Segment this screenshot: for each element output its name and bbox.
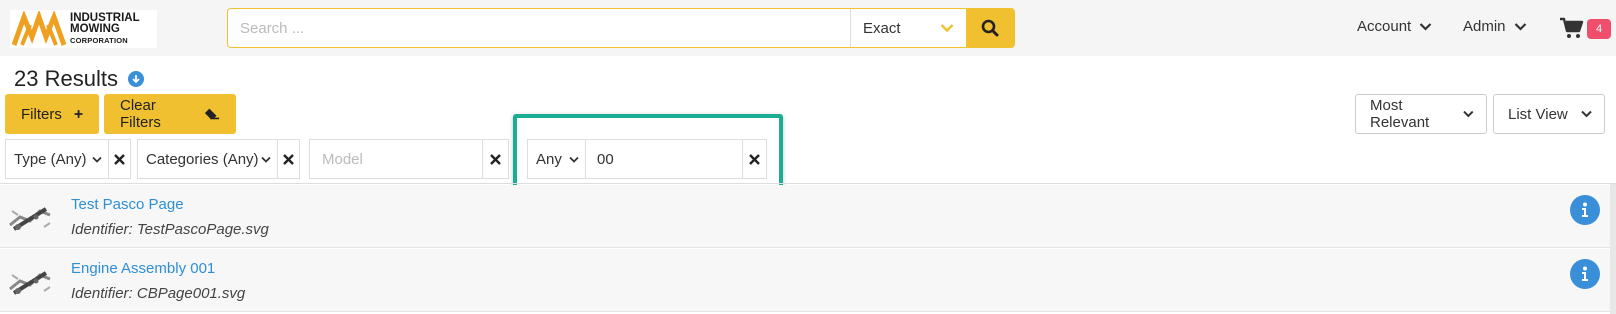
chevron-down-icon [940, 24, 954, 33]
chevron-down-icon [92, 156, 102, 163]
item-identifier: Identifier: TestPascoPage.svg [71, 221, 269, 238]
list-item[interactable]: Test Pasco Page Identifier: TestPascoPag… [0, 185, 1610, 248]
logo-line-3: CORPORATION [70, 35, 128, 45]
item-title-link[interactable]: Test Pasco Page [71, 196, 184, 213]
chevron-down-icon [1419, 23, 1432, 31]
info-icon[interactable] [1570, 259, 1600, 289]
item-thumbnail [9, 271, 51, 295]
cart-icon [1560, 17, 1584, 38]
sort-select[interactable]: Most Relevant [1355, 94, 1487, 134]
chevron-down-icon [1514, 23, 1526, 31]
remove-categories-filter-button[interactable] [277, 140, 299, 178]
view-select[interactable]: List View [1493, 94, 1605, 134]
chevron-down-icon [1581, 110, 1592, 118]
cart-button[interactable]: 4 [1560, 16, 1611, 40]
close-icon [490, 153, 501, 165]
scrollbar[interactable] [1610, 184, 1616, 314]
account-menu[interactable]: Account [1357, 18, 1432, 35]
chevron-down-icon [261, 156, 271, 163]
clear-filters-button[interactable]: Clear Filters [104, 94, 236, 134]
search-bar: Exact [227, 8, 1015, 48]
logo-icon [12, 11, 66, 46]
plus-icon [74, 110, 83, 118]
clear-filters-label: Clear Filters [120, 97, 161, 131]
remove-type-filter-button[interactable] [108, 140, 130, 178]
divider [0, 183, 1616, 184]
list-item[interactable]: Engine Assembly 001 Identifier: CBPage00… [0, 249, 1610, 312]
type-filter-select[interactable]: Type (Any) [6, 140, 108, 178]
admin-label: Admin [1463, 18, 1506, 35]
info-icon[interactable] [1570, 195, 1600, 225]
arrow-down-circle-icon[interactable] [127, 71, 144, 87]
account-label: Account [1357, 18, 1412, 35]
cart-count-badge: 4 [1587, 19, 1611, 39]
sort-label: Most Relevant [1370, 97, 1430, 131]
search-button[interactable] [966, 9, 1014, 47]
filters-button[interactable]: Filters [5, 94, 99, 134]
model-filter [309, 139, 509, 179]
search-mode-label: Exact [863, 19, 901, 37]
company-logo[interactable]: INDUSTRIAL MOWING CORPORATION [10, 10, 157, 48]
view-label: List View [1508, 105, 1568, 123]
search-mode-select[interactable]: Exact [850, 9, 966, 47]
close-icon [114, 153, 125, 165]
item-identifier: Identifier: CBPage001.svg [71, 285, 246, 302]
results-heading: 23 Results [14, 66, 144, 92]
item-thumbnail [9, 207, 51, 231]
chevron-down-icon [1463, 110, 1474, 118]
top-header: INDUSTRIAL MOWING CORPORATION Exact Acco… [0, 0, 1616, 56]
categories-filter: Categories (Any) [137, 139, 300, 179]
admin-menu[interactable]: Admin [1463, 18, 1527, 35]
eraser-icon [204, 108, 220, 120]
logo-text: INDUSTRIAL MOWING CORPORATION [70, 11, 140, 46]
filters-label: Filters [21, 105, 62, 123]
logo-line-2: MOWING [70, 22, 120, 35]
item-title-link[interactable]: Engine Assembly 001 [71, 260, 215, 277]
logo-line-1: INDUSTRIAL [70, 11, 140, 24]
type-filter-label: Type (Any) [14, 150, 87, 168]
search-icon [981, 19, 999, 37]
remove-model-filter-button[interactable] [482, 140, 508, 178]
categories-filter-label: Categories (Any) [146, 150, 259, 168]
model-input[interactable] [310, 140, 482, 178]
categories-filter-select[interactable]: Categories (Any) [138, 140, 277, 178]
results-count: 23 Results [14, 66, 118, 91]
type-filter: Type (Any) [5, 139, 131, 179]
close-icon [283, 153, 294, 165]
search-input[interactable] [228, 9, 850, 47]
